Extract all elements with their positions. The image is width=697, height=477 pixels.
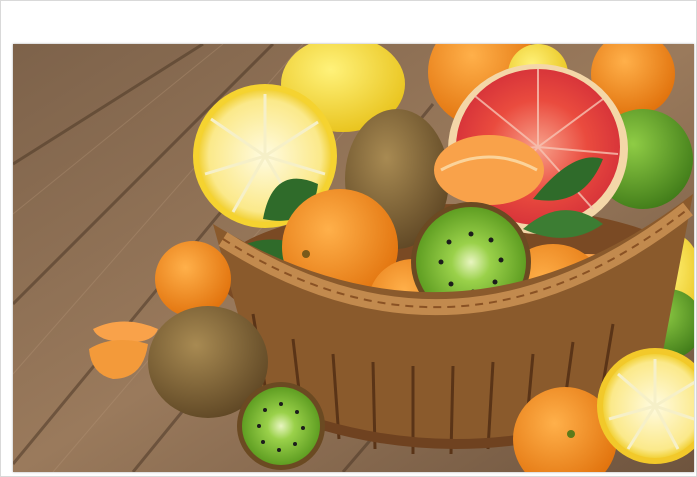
fruit-basket-photo bbox=[13, 44, 694, 472]
image-frame bbox=[0, 0, 697, 477]
tangerine-segments bbox=[434, 135, 544, 205]
tangerine bbox=[155, 241, 231, 317]
fruit-basket-illustration bbox=[13, 44, 694, 472]
